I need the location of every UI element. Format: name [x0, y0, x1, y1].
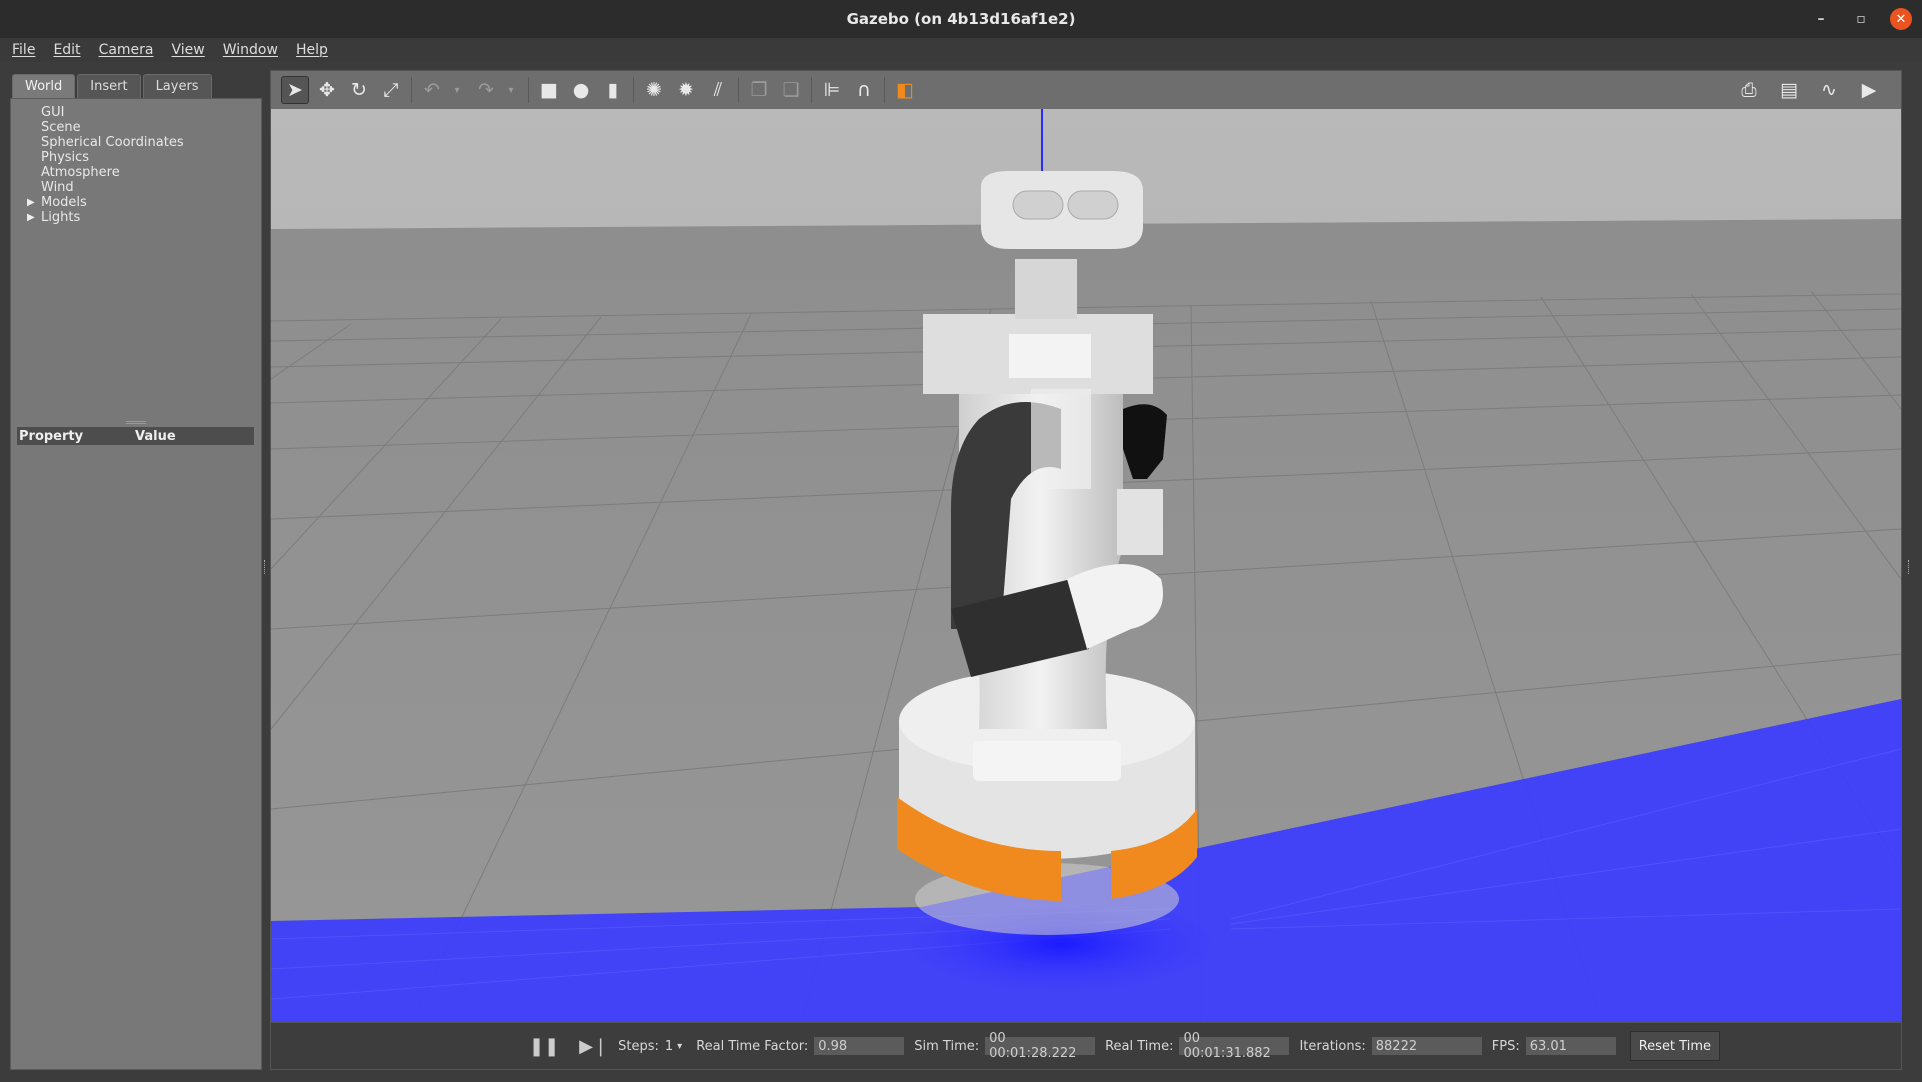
redo-icon[interactable]: ↷	[472, 76, 500, 104]
sim-time-label: Sim Time:	[914, 1038, 980, 1054]
redo-dropdown-icon[interactable]: ▾	[504, 76, 518, 104]
snap-icon[interactable]: ∩	[850, 76, 878, 104]
robot-lift-column	[1031, 389, 1091, 489]
sim-time-field: 00 00:01:28.222	[985, 1031, 1096, 1061]
spot-light-icon[interactable]: ✹	[672, 76, 700, 104]
real-time-field: 00 00:01:31.882	[1179, 1031, 1290, 1061]
select-arrow-icon[interactable]: ➤	[281, 76, 309, 104]
reset-time-button[interactable]: Reset Time	[1629, 1031, 1720, 1061]
property-column-header: Property	[19, 428, 84, 444]
tree-item-spherical-coordinates[interactable]: Spherical Coordinates	[11, 135, 261, 150]
tree-item-lights[interactable]: ▶ Lights	[11, 210, 261, 225]
undo-dropdown-icon[interactable]: ▾	[450, 76, 464, 104]
3d-scene[interactable]	[271, 109, 1901, 1022]
tab-layers[interactable]: Layers	[142, 74, 212, 98]
iterations-field: 88222	[1371, 1037, 1482, 1055]
toolbar-separator	[811, 77, 812, 103]
robot-neck	[1015, 259, 1077, 319]
minimize-icon[interactable]: –	[1810, 8, 1832, 30]
screenshot-icon[interactable]: ⎙	[1735, 76, 1763, 104]
robot-base-plate	[973, 741, 1121, 781]
menu-view[interactable]: View	[172, 42, 205, 58]
tree-item-scene[interactable]: Scene	[11, 120, 261, 135]
tree-item-physics[interactable]: Physics	[11, 150, 261, 165]
point-light-icon[interactable]: ✺	[640, 76, 668, 104]
scale-icon[interactable]: ⤢	[377, 76, 405, 104]
copy-icon[interactable]: ❐	[745, 76, 773, 104]
plot-icon[interactable]: ∿	[1815, 76, 1843, 104]
menu-window[interactable]: Window	[223, 42, 278, 58]
window-title: Gazebo (on 4b13d16af1e2)	[846, 10, 1076, 28]
real-time-factor-label: Real Time Factor:	[696, 1038, 809, 1054]
robot-wrist	[1117, 489, 1163, 555]
title-bar: Gazebo (on 4b13d16af1e2) – ▫ ✕	[0, 0, 1922, 38]
fps-field: 63.01	[1525, 1037, 1616, 1055]
tree-item-models[interactable]: ▶ Models	[11, 195, 261, 210]
tab-world[interactable]: World	[12, 74, 76, 98]
toolbar: ➤ ✥ ↻ ⤢ ↶ ▾ ↷ ▾ ■ ● ▮ ✺ ✹ ⫽ ❐ ❏ ⊫ ∩ ◧ ⎙ …	[271, 71, 1901, 109]
tree-item-gui[interactable]: GUI	[11, 105, 261, 120]
box-icon[interactable]: ■	[535, 76, 563, 104]
toolbar-separator	[633, 77, 634, 103]
step-icon[interactable]: ▶❘	[579, 1036, 608, 1057]
simulation-control-bar: ❚❚ ▶❘ Steps: 1 ▾ Real Time Factor: 0.98 …	[270, 1022, 1902, 1070]
video-record-icon[interactable]: ▶	[1855, 76, 1883, 104]
toolbar-separator	[411, 77, 412, 103]
align-icon[interactable]: ⊫	[818, 76, 846, 104]
menu-camera[interactable]: Camera	[99, 42, 154, 58]
toolbar-separator	[884, 77, 885, 103]
paste-icon[interactable]: ❏	[777, 76, 805, 104]
directional-light-icon[interactable]: ⫽	[704, 76, 732, 104]
real-time-label: Real Time:	[1105, 1038, 1174, 1054]
left-tabs: World Insert Layers	[10, 70, 262, 98]
panel-splitter-handle[interactable]	[126, 421, 146, 424]
toolbar-separator	[528, 77, 529, 103]
menu-bar: File Edit Camera View Window Help	[0, 38, 1922, 62]
right-splitter-grip[interactable]	[1908, 560, 1911, 574]
menu-help[interactable]: Help	[296, 42, 328, 58]
cylinder-icon[interactable]: ▮	[599, 76, 627, 104]
menu-edit[interactable]: Edit	[53, 42, 80, 58]
left-splitter-grip[interactable]	[264, 560, 267, 574]
robot-head-eye-right	[1067, 190, 1119, 220]
steps-label: Steps:	[618, 1038, 659, 1054]
render-viewport[interactable]: ➤ ✥ ↻ ⤢ ↶ ▾ ↷ ▾ ■ ● ▮ ✺ ✹ ⫽ ❐ ❏ ⊫ ∩ ◧ ⎙ …	[270, 70, 1902, 1022]
value-column-header: Value	[135, 428, 176, 444]
pause-icon[interactable]: ❚❚	[529, 1036, 559, 1057]
property-table-header: Property Value	[17, 427, 254, 445]
world-tree-panel: GUI Scene Spherical Coordinates Physics …	[10, 98, 262, 1070]
expand-arrow-icon[interactable]: ▶	[27, 195, 35, 210]
undo-icon[interactable]: ↶	[418, 76, 446, 104]
maximize-icon[interactable]: ▫	[1850, 8, 1872, 30]
left-panel: World Insert Layers GUI Scene Spherical …	[10, 70, 262, 1070]
real-time-factor-field: 0.98	[814, 1037, 905, 1055]
steps-value[interactable]: 1	[665, 1039, 673, 1054]
toolbar-separator	[738, 77, 739, 103]
world-tree: GUI Scene Spherical Coordinates Physics …	[11, 99, 261, 225]
close-icon[interactable]: ✕	[1890, 8, 1912, 30]
view-angle-icon[interactable]: ◧	[891, 76, 919, 104]
window-controls: – ▫ ✕	[1810, 8, 1912, 30]
expand-arrow-icon[interactable]: ▶	[27, 210, 35, 225]
log-icon[interactable]: ▤	[1775, 76, 1803, 104]
toolbar-right-group: ⎙ ▤ ∿ ▶	[1735, 76, 1887, 104]
translate-icon[interactable]: ✥	[313, 76, 341, 104]
fps-label: FPS:	[1491, 1038, 1520, 1054]
iterations-label: Iterations:	[1299, 1038, 1366, 1054]
robot-head-eye-left	[1012, 190, 1064, 220]
tab-insert[interactable]: Insert	[77, 74, 141, 98]
tree-item-atmosphere[interactable]: Atmosphere	[11, 165, 261, 180]
steps-dropdown-icon[interactable]: ▾	[677, 1041, 682, 1052]
menu-file[interactable]: File	[12, 42, 35, 58]
sphere-icon[interactable]: ●	[567, 76, 595, 104]
tree-item-wind[interactable]: Wind	[11, 180, 261, 195]
rotate-icon[interactable]: ↻	[345, 76, 373, 104]
robot-chest-panel	[1009, 334, 1091, 378]
